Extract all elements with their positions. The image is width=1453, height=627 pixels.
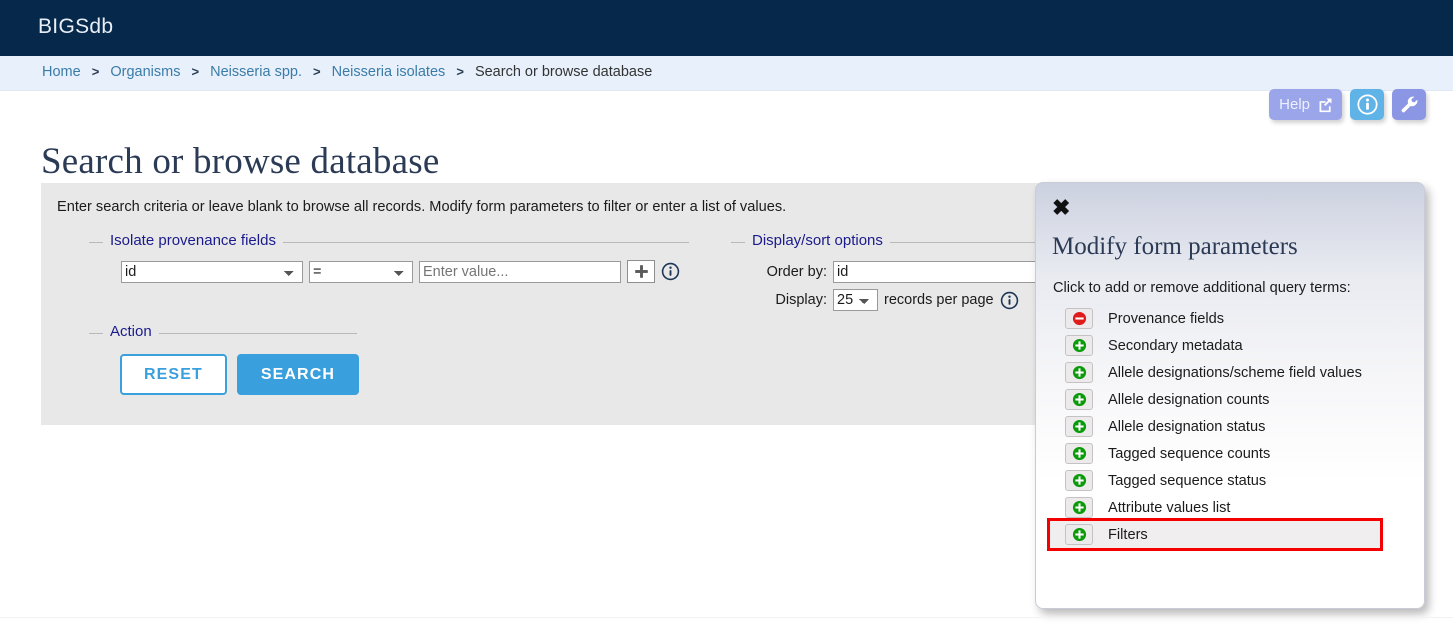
action-buttons: RESET SEARCH bbox=[120, 354, 360, 395]
plus-circle-icon[interactable] bbox=[1065, 389, 1093, 410]
provenance-operator-select[interactable]: = bbox=[309, 260, 413, 283]
query-term-label: Tagged sequence counts bbox=[1108, 445, 1271, 462]
query-term-filters[interactable]: Filters bbox=[1047, 518, 1383, 551]
provenance-field-select[interactable]: id bbox=[121, 260, 303, 283]
provenance-fields-group: Isolate provenance fields id = bbox=[89, 232, 689, 304]
query-term-allele-designations-scheme-field-values[interactable]: Allele designations/scheme field values bbox=[1050, 359, 1408, 386]
tools-button[interactable] bbox=[1392, 89, 1426, 120]
breadcrumb-item-organisms[interactable]: Organisms bbox=[110, 64, 180, 80]
plus-icon bbox=[633, 263, 650, 280]
plus-circle-icon[interactable] bbox=[1065, 470, 1093, 491]
provenance-info-icon[interactable] bbox=[661, 262, 680, 281]
breadcrumb-item-neisseria-isolates[interactable]: Neisseria isolates bbox=[332, 64, 446, 80]
plus-circle-icon[interactable] bbox=[1065, 335, 1093, 356]
breadcrumb-bar: Home > Organisms > Neisseria spp. > Neis… bbox=[0, 56, 1453, 91]
search-button[interactable]: SEARCH bbox=[236, 354, 360, 395]
query-term-label: Tagged sequence status bbox=[1108, 472, 1267, 489]
records-per-page-row: Display: 25 records per page bbox=[755, 289, 1019, 311]
action-group-legend: Action bbox=[103, 323, 159, 340]
help-button-label: Help bbox=[1279, 96, 1310, 113]
display-label: Display: bbox=[775, 292, 827, 308]
plus-circle-icon[interactable] bbox=[1065, 362, 1093, 383]
records-per-page-select[interactable]: 25 bbox=[833, 289, 878, 311]
add-provenance-field-button[interactable] bbox=[627, 260, 655, 283]
plus-circle-icon[interactable] bbox=[1065, 443, 1093, 464]
breadcrumb-item-home[interactable]: Home bbox=[42, 64, 81, 80]
provenance-value-input[interactable] bbox=[419, 260, 621, 283]
query-terms-list: Provenance fields Secondary metadata All… bbox=[1047, 305, 1408, 551]
plus-circle-icon[interactable] bbox=[1065, 497, 1093, 518]
breadcrumb-item-neisseria-spp[interactable]: Neisseria spp. bbox=[210, 64, 302, 80]
query-term-allele-designation-counts[interactable]: Allele designation counts bbox=[1050, 386, 1408, 413]
info-icon bbox=[1356, 94, 1378, 115]
form-intro-text: Enter search criteria or leave blank to … bbox=[57, 199, 787, 215]
external-link-icon bbox=[1317, 96, 1334, 113]
footer-divider bbox=[0, 617, 1453, 618]
provenance-query-row: id = bbox=[121, 260, 680, 283]
query-term-label: Attribute values list bbox=[1108, 499, 1231, 516]
action-group: Action RESET SEARCH bbox=[89, 323, 360, 405]
minus-circle-icon[interactable] bbox=[1065, 308, 1093, 329]
breadcrumb: Home > Organisms > Neisseria spp. > Neis… bbox=[42, 64, 652, 80]
query-term-attribute-values-list[interactable]: Attribute values list bbox=[1050, 494, 1408, 521]
order-by-label: Order by: bbox=[766, 264, 827, 280]
display-group-legend: Display/sort options bbox=[745, 232, 890, 249]
close-icon[interactable]: ✖ bbox=[1052, 197, 1070, 219]
app-brand-title: BIGSdb bbox=[38, 15, 114, 38]
query-term-provenance-fields[interactable]: Provenance fields bbox=[1050, 305, 1408, 332]
breadcrumb-separator: > bbox=[191, 64, 200, 79]
records-per-page-suffix: records per page bbox=[884, 292, 994, 308]
information-button[interactable] bbox=[1350, 89, 1384, 120]
query-term-label: Secondary metadata bbox=[1108, 337, 1243, 354]
wrench-icon bbox=[1399, 94, 1420, 115]
query-term-tagged-sequence-counts[interactable]: Tagged sequence counts bbox=[1050, 440, 1408, 467]
modify-form-parameters-panel: ✖ Modify form parameters Click to add or… bbox=[1035, 182, 1425, 609]
breadcrumb-separator: > bbox=[313, 64, 321, 79]
query-term-allele-designation-status[interactable]: Allele designation status bbox=[1050, 413, 1408, 440]
toolbar-buttons: Help bbox=[1269, 89, 1426, 120]
query-term-label: Allele designation status bbox=[1108, 418, 1266, 435]
query-term-label: Provenance fields bbox=[1108, 310, 1225, 327]
page-title: Search or browse database bbox=[41, 140, 440, 182]
modal-subtitle: Click to add or remove additional query … bbox=[1053, 280, 1351, 296]
query-term-label: Allele designation counts bbox=[1108, 391, 1270, 408]
breadcrumb-separator: > bbox=[456, 64, 464, 79]
breadcrumb-item-current: Search or browse database bbox=[474, 64, 653, 80]
top-navigation-bar: BIGSdb bbox=[0, 0, 1453, 56]
help-button[interactable]: Help bbox=[1269, 89, 1342, 120]
query-term-label: Filters bbox=[1108, 526, 1148, 543]
display-info-icon[interactable] bbox=[1000, 291, 1019, 310]
query-term-tagged-sequence-status[interactable]: Tagged sequence status bbox=[1050, 467, 1408, 494]
plus-circle-icon[interactable] bbox=[1065, 416, 1093, 437]
modal-title: Modify form parameters bbox=[1052, 233, 1298, 260]
provenance-group-legend: Isolate provenance fields bbox=[103, 232, 283, 249]
query-term-secondary-metadata[interactable]: Secondary metadata bbox=[1050, 332, 1408, 359]
query-term-label: Allele designations/scheme field values bbox=[1108, 364, 1362, 381]
plus-circle-icon[interactable] bbox=[1065, 524, 1093, 545]
breadcrumb-separator: > bbox=[91, 64, 100, 79]
reset-button[interactable]: RESET bbox=[120, 354, 227, 395]
